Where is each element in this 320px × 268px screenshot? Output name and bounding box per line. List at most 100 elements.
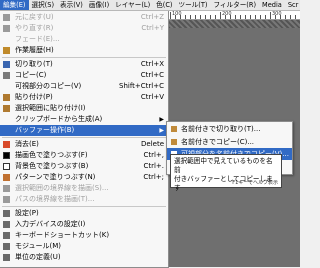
buffer-submenu-label: 名前付きで切り取り(T)...: [181, 125, 261, 133]
copy-named-icon: [171, 138, 177, 145]
edit-menu-item[interactable]: 選択範囲に貼り付け(I): [0, 103, 168, 114]
ruler-tick: [240, 15, 241, 19]
edit-menu-item-label: 切り取り(T): [15, 60, 53, 68]
shortcut-label: Ctrl+;: [143, 173, 164, 181]
ruler-tick: [270, 12, 271, 19]
ruler-tick: [285, 15, 286, 19]
ruler-tick: [220, 12, 221, 19]
edit-menu-item[interactable]: キーボードショートカット(K): [0, 230, 168, 241]
shortcut-label: Delete: [141, 140, 164, 148]
shortcut-label: Ctrl+Z: [140, 13, 164, 21]
edit-menu-item[interactable]: 入力デバイスの設定(I): [0, 219, 168, 230]
pattern-fill-icon: [3, 174, 10, 181]
ruler-tick: [235, 15, 236, 19]
edit-menu-item-label: 元に戻す(U): [15, 13, 54, 21]
edit-menu-item-label: やり直す(R): [15, 24, 54, 32]
edit-menu-item[interactable]: 元に戻す(U) Ctrl+Z: [0, 12, 168, 23]
tooltip-help-hint: F1キーでヘルプ表示: [232, 180, 278, 186]
buffer-submenu-item[interactable]: 名前付きで切り取り(T)...: [167, 123, 292, 135]
modules-icon: [3, 243, 10, 250]
edit-menu-item[interactable]: パターンで塗りつぶす(N) Ctrl+;: [0, 172, 168, 183]
canvas-pattern: [168, 20, 300, 28]
shortcut-label: Ctrl+X: [140, 60, 164, 68]
edit-menu-item[interactable]: コピー(C) Ctrl+C: [0, 70, 168, 81]
shortcut-label: Shift+Ctrl+C: [119, 82, 164, 90]
edit-menu-item-label: 可視部分のコピー(V): [15, 82, 82, 90]
edit-menu-item[interactable]: 作業履歴(H): [0, 45, 168, 56]
ruler-tick: [185, 15, 186, 19]
edit-menu-item[interactable]: 貼り付け(P) Ctrl+V: [0, 92, 168, 103]
edit-menu-item[interactable]: 可視部分のコピー(V) Shift+Ctrl+C: [0, 81, 168, 92]
edit-menu-item[interactable]: フェード(E)...: [0, 34, 168, 45]
ruler-tick: [255, 15, 256, 19]
horizontal-ruler: 100 200 300: [168, 11, 300, 20]
menubar-item[interactable]: フィルター(R): [210, 0, 259, 10]
ruler-label: 200: [222, 11, 232, 17]
menubar-item[interactable]: 画像(I): [86, 0, 112, 10]
edit-menu-item-label: クリップボードから生成(A): [15, 115, 103, 123]
edit-menu-item[interactable]: モジュール(M): [0, 241, 168, 252]
edit-menu-item-label: 単位の定義(U): [15, 253, 61, 261]
menubar-item[interactable]: 表示(V): [57, 0, 86, 10]
submenu-arrow-icon: ▶: [159, 127, 164, 134]
shortcut-label: Ctrl+Y: [141, 24, 164, 32]
tooltip: 選択範囲中で見えているものを名前 付きバッファーとしてコピーします F1キーでヘ…: [170, 154, 282, 192]
menu-separator: [2, 57, 166, 58]
cut-named-icon: [171, 126, 177, 132]
edit-menu-item[interactable]: 描画色で塗りつぶす(F) Ctrl+,: [0, 150, 168, 161]
buffer-submenu-item[interactable]: 名前付きでコピー(C)...: [167, 136, 292, 148]
edit-menu-item[interactable]: 背景色で塗りつぶす(B) Ctrl+.: [0, 161, 168, 172]
edit-menu-item[interactable]: バッファー操作(B) ▶: [0, 125, 168, 136]
shortcut-label: Ctrl+,: [143, 151, 164, 159]
ruler-label: 100: [172, 11, 182, 17]
copy-icon: [3, 72, 10, 79]
edit-menu-item[interactable]: 設定(P): [0, 208, 168, 219]
edit-menu: 元に戻す(U) Ctrl+Z やり直す(R) Ctrl+Y フェード(E)... 作業履歴…: [0, 11, 169, 268]
edit-menu-item[interactable]: 消去(E) Delete: [0, 139, 168, 150]
menu-separator: [2, 206, 166, 207]
edit-menu-item[interactable]: やり直す(R) Ctrl+Y: [0, 23, 168, 34]
ruler-tick: [190, 15, 191, 19]
buffer-submenu-label: 名前付きでコピー(C)...: [181, 137, 255, 146]
shortcut-label: Ctrl+C: [140, 71, 164, 79]
ruler-label: 300: [272, 11, 282, 17]
ruler-tick: [210, 15, 211, 19]
shortcut-label: Ctrl+.: [143, 162, 164, 170]
menubar-item[interactable]: 編集(E): [0, 0, 29, 10]
paste-icon: [3, 94, 10, 101]
paste-into-icon: [3, 105, 10, 112]
menubar-item[interactable]: レイヤー(L): [112, 0, 153, 10]
edit-menu-item-label: 入力デバイスの設定(I): [15, 220, 86, 228]
edit-menu-item-label: 作業履歴(H): [15, 46, 54, 54]
menubar-item[interactable]: Scr: [285, 0, 300, 10]
edit-menu-item-label: パターンで塗りつぶす(N): [15, 173, 96, 181]
edit-menu-item[interactable]: クリップボードから生成(A) ▶: [0, 114, 168, 125]
ruler-tick: [250, 15, 251, 19]
ruler-tick: [245, 15, 246, 19]
menubar-item[interactable]: Media: [259, 0, 285, 10]
menubar-item[interactable]: 選択(S): [29, 0, 58, 10]
menubar-item[interactable]: 色(C): [153, 0, 175, 10]
clear-icon: [3, 141, 10, 148]
shortcut-label: Ctrl+V: [140, 93, 164, 101]
tooltip-line1: 選択範囲中で見えているものを名前: [174, 157, 273, 174]
edit-menu-item[interactable]: パスの境界線を描画(T)...: [0, 194, 168, 205]
edit-menu-item[interactable]: 単位の定義(U): [0, 252, 168, 263]
ruler-tick: [205, 15, 206, 19]
input-device-icon: [3, 221, 10, 228]
edit-menu-item-label: コピー(C): [15, 71, 47, 79]
edit-menu-item-label: バッファー操作(B): [15, 126, 75, 134]
edit-menu-item-label: 選択範囲の境界線を描画(S)...: [15, 184, 109, 192]
edit-menu-item-label: 選択範囲に貼り付け(I): [15, 104, 86, 112]
edit-menu-item-label: フェード(E)...: [15, 35, 60, 43]
ruler-tick: [260, 15, 261, 19]
edit-menu-item-label: パスの境界線を描画(T)...: [15, 195, 95, 203]
undo-icon: [3, 14, 10, 21]
stroke-selection-icon: [3, 185, 10, 192]
menu-bar: 編集(E) 選択(S) 表示(V) 画像(I) レイヤー(L) 色(C) ツール(T) フィル…: [0, 0, 300, 11]
edit-menu-item[interactable]: 選択範囲の境界線を描画(S)...: [0, 183, 168, 194]
edit-menu-item[interactable]: 切り取り(T) Ctrl+X: [0, 59, 168, 70]
menubar-item[interactable]: ツール(T): [176, 0, 211, 10]
history-icon: [3, 47, 10, 54]
preferences-icon: [3, 210, 10, 217]
